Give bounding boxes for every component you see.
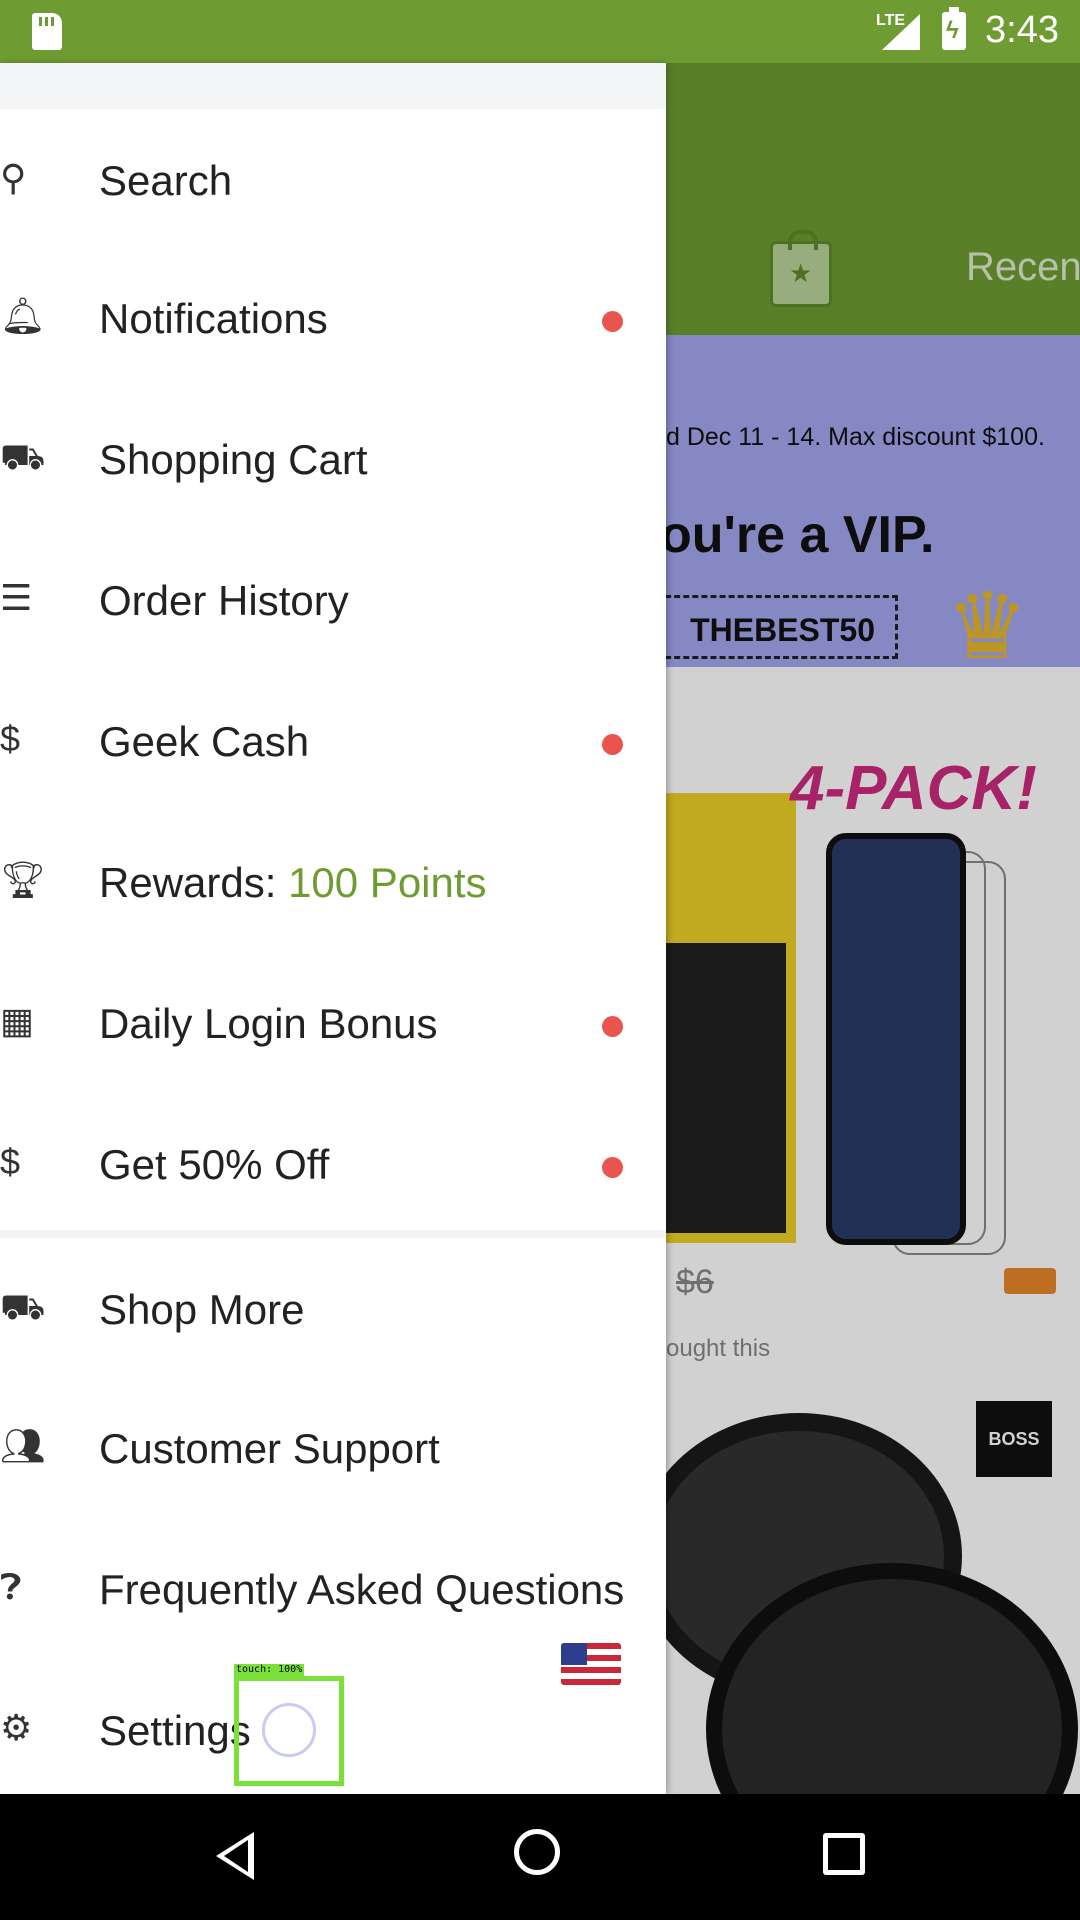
drawer-item-label: Settings (99, 1707, 251, 1754)
drawer-item-shop-more[interactable]: ⛟ Shop More (0, 1248, 666, 1368)
notification-badge (602, 1016, 623, 1037)
drawer-item-label: Rewards: 100 Points (99, 859, 487, 907)
drawer-divider (0, 1230, 666, 1238)
bell-icon: 🔔︎ (0, 295, 46, 336)
back-icon[interactable] (216, 1832, 254, 1880)
dollar-icon: $ (0, 718, 21, 759)
drawer-item-search[interactable]: ⚲ Search (0, 119, 666, 239)
calendar-icon: ▦ (0, 1000, 35, 1041)
status-bar: LTE 3:43 (0, 0, 1080, 63)
drawer-item-label: Customer Support (99, 1425, 440, 1472)
drawer-item-faq[interactable]: ❓︎ Frequently Asked Questions (0, 1528, 666, 1648)
touch-indicator-label: touch: 100% (234, 1664, 305, 1676)
drawer-item-label: Notifications (99, 295, 328, 342)
touch-indicator (234, 1676, 344, 1786)
drawer-item-notifications[interactable]: 🔔︎ Notifications (0, 257, 666, 377)
drawer-item-label: Frequently Asked Questions (99, 1566, 625, 1613)
drawer-item-label: Geek Cash (99, 718, 310, 765)
drawer-item-label: Shopping Cart (99, 436, 368, 483)
touch-ring (262, 1703, 316, 1757)
drawer-item-label: Search (99, 157, 233, 204)
notification-badge (602, 734, 623, 755)
sd-card-icon (32, 13, 62, 50)
help-icon: ❓︎ (0, 1566, 22, 1607)
cart-icon: ⛟ (0, 436, 46, 477)
notification-badge (602, 311, 623, 332)
rewards-label: Rewards: (99, 859, 289, 906)
drawer-item-label: Order History (99, 577, 349, 624)
navigation-drawer: ⚲ Search 🔔︎ Notifications ⛟ Shopping Car… (0, 63, 666, 1794)
drawer-item-customer-support[interactable]: 👥︎ Customer Support (0, 1387, 666, 1507)
trophy-icon: 🏆︎ (0, 859, 46, 900)
cart-plus-icon: ⛟ (0, 1286, 46, 1327)
search-icon: ⚲ (0, 157, 27, 198)
battery-charging-icon (942, 7, 966, 50)
drawer-item-rewards[interactable]: 🏆︎ Rewards: 100 Points (0, 821, 666, 941)
drawer-scrim[interactable] (666, 63, 1080, 1794)
drawer-item-shopping-cart[interactable]: ⛟ Shopping Cart (0, 398, 666, 518)
signal-icon (882, 14, 920, 50)
drawer-item-get-50-off[interactable]: $ Get 50% Off (0, 1103, 666, 1223)
drawer-item-label: Shop More (99, 1286, 305, 1333)
system-nav-bar (0, 1794, 1080, 1920)
status-time: 3:43 (985, 9, 1059, 51)
drawer-item-label: Get 50% Off (99, 1141, 330, 1188)
receipt-icon: ☰ (0, 577, 33, 618)
drawer-header (0, 63, 666, 109)
people-icon: 👥︎ (0, 1425, 46, 1466)
home-icon[interactable] (514, 1829, 560, 1875)
drawer-item-label: Daily Login Bonus (99, 1000, 438, 1047)
dollar-icon: $ (0, 1141, 21, 1182)
recent-apps-icon[interactable] (823, 1833, 865, 1875)
drawer-item-geek-cash[interactable]: $ Geek Cash (0, 680, 666, 800)
drawer-item-order-history[interactable]: ☰ Order History (0, 539, 666, 659)
notification-badge (602, 1157, 623, 1178)
us-flag-icon[interactable] (561, 1643, 621, 1685)
gear-icon: ⚙ (0, 1707, 33, 1748)
rewards-points: 100 Points (288, 859, 487, 906)
drawer-item-daily-login-bonus[interactable]: ▦ Daily Login Bonus (0, 962, 666, 1082)
